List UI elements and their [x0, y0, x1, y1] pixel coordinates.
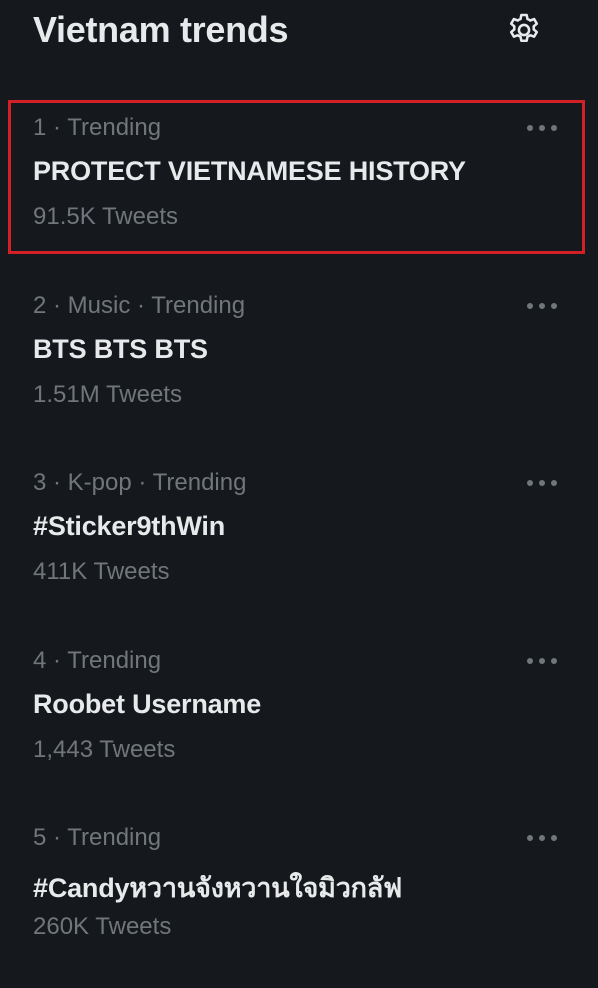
trend-item[interactable]: 3 · K-pop · Trending #Sticker9thWin 411K…	[0, 455, 598, 633]
trend-name: BTS BTS BTS	[33, 333, 208, 364]
trend-name: #Candyหวานจังหวานใจมิวกลัฟ	[33, 873, 403, 903]
trend-meta: 3 · K-pop · Trending	[33, 469, 247, 496]
trend-meta: 4 · Trending	[33, 646, 162, 674]
settings-button[interactable]	[500, 8, 548, 52]
more-horizontal-icon	[527, 302, 557, 309]
trend-meta: 2 · Music · Trending	[33, 291, 246, 319]
trend-tweet-count: 91.5K Tweets	[33, 203, 178, 230]
trend-item[interactable]: 4 · Trending Roobet Username 1,443 Tweet…	[0, 633, 598, 811]
trend-item[interactable]: 1 · Trending PROTECT VIETNAMESE HISTORY …	[0, 100, 598, 278]
trend-item[interactable]: 2 · Music · Trending BTS BTS BTS 1.51M T…	[0, 278, 598, 456]
trend-tweet-count: 411K Tweets	[33, 558, 170, 585]
trend-meta: 5 · Trending	[33, 824, 162, 851]
more-horizontal-icon	[527, 125, 557, 131]
trend-item[interactable]: 5 · Trending #Candyหวานจังหวานใจมิวกลัฟ …	[0, 810, 598, 988]
trend-list: 1 · Trending PROTECT VIETNAMESE HISTORY …	[0, 100, 598, 988]
trend-tweet-count: 260K Tweets	[33, 913, 172, 940]
more-options-button[interactable]	[522, 647, 562, 675]
more-options-button[interactable]	[522, 824, 562, 852]
trend-name: #Sticker9thWin	[33, 511, 226, 541]
trend-name: PROTECT VIETNAMESE HISTORY	[33, 156, 466, 186]
trend-name: Roobet Username	[33, 688, 262, 719]
more-horizontal-icon	[527, 657, 557, 664]
more-horizontal-icon	[527, 835, 557, 841]
more-options-button[interactable]	[522, 114, 562, 142]
gear-icon	[509, 13, 539, 43]
trend-tweet-count: 1,443 Tweets	[33, 735, 176, 763]
more-horizontal-icon	[527, 480, 557, 486]
trend-tweet-count: 1.51M Tweets	[33, 380, 182, 408]
more-options-button[interactable]	[522, 292, 562, 320]
trends-header: Vietnam trends	[0, 0, 598, 64]
page-title: Vietnam trends	[33, 9, 289, 50]
more-options-button[interactable]	[522, 469, 562, 497]
trend-meta: 1 · Trending	[33, 114, 162, 141]
